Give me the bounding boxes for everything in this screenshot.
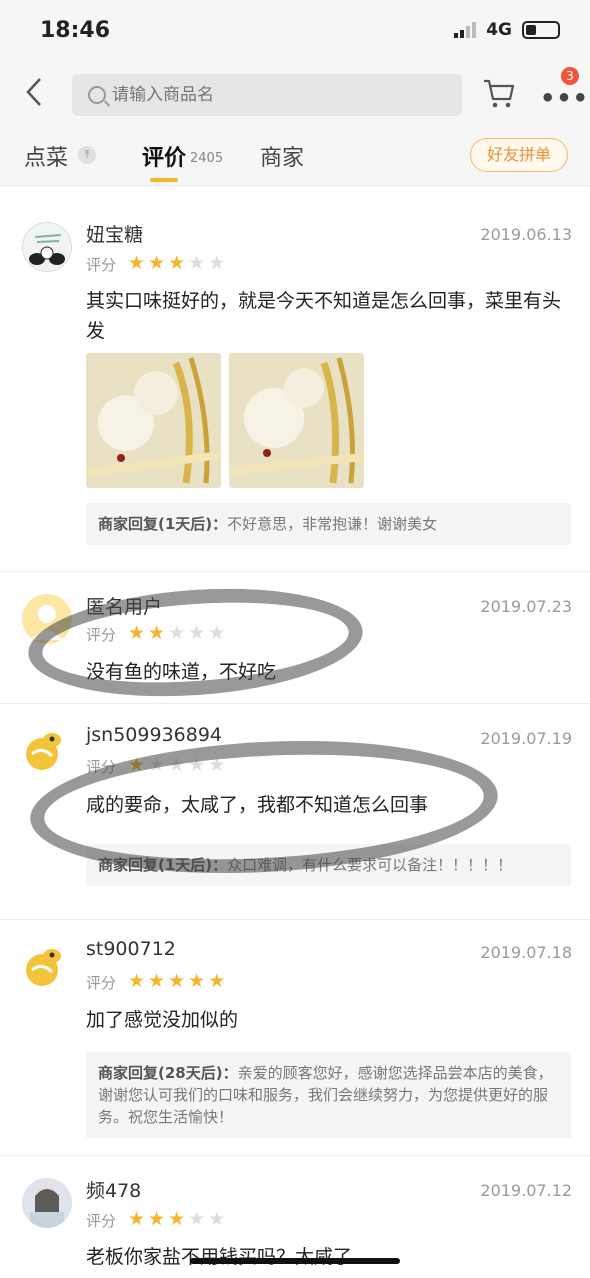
rating-label: 评分 xyxy=(86,256,117,274)
merchant-reply: 商家回复(1天后)：不好意思，非常抱谦！谢谢美女 xyxy=(86,503,571,545)
search-input[interactable] xyxy=(112,85,432,105)
review-date: 2019.06.13 xyxy=(480,225,572,244)
user-name[interactable]: st900712 xyxy=(86,938,176,960)
star-icon: ★ xyxy=(188,970,206,992)
cart-icon[interactable] xyxy=(482,78,516,110)
review-text: 没有鱼的味道，不好吃 xyxy=(86,661,277,683)
star-rating: ★ ★ ★ ★ ★ xyxy=(128,756,225,775)
star-icon: ★ xyxy=(148,1208,166,1230)
avatar[interactable] xyxy=(22,1178,72,1228)
tab-reviews[interactable]: 评价 xyxy=(142,140,186,172)
review-text: 老板你家盐不用钱买吗？太咸了 xyxy=(86,1246,353,1268)
star-icon: ★ xyxy=(128,1208,146,1230)
user-name[interactable]: 匿名用户 xyxy=(86,592,162,619)
status-time: 18:46 xyxy=(40,18,111,43)
review-item: jsn509936894 2019.07.19 评分 ★ ★ ★ ★ ★ 咸的要命，太咸… xyxy=(0,704,590,920)
review-text: 其实口味挺好的，就是今天不知道是怎么回事，菜里有头发 xyxy=(86,290,562,342)
review-date: 2019.07.18 xyxy=(480,943,572,962)
back-icon xyxy=(26,78,41,106)
star-icon: ★ xyxy=(188,252,206,274)
star-icon: ★ xyxy=(188,754,206,776)
reply-label: 商家回复(28天后)： xyxy=(98,1064,238,1082)
avatar[interactable] xyxy=(22,724,72,774)
rating-label: 评分 xyxy=(86,758,117,776)
star-icon: ★ xyxy=(168,252,186,274)
merchant-reply: 商家回复(28天后)：亲爱的顾客您好，感谢您选择品尝本店的美食，谢谢您认可我们的… xyxy=(86,1052,571,1138)
avatar[interactable] xyxy=(22,940,72,990)
signal-icon xyxy=(454,22,477,38)
star-icon: ★ xyxy=(168,754,186,776)
star-rating: ★ ★ ★ ★ ★ xyxy=(128,1210,225,1229)
star-icon: ★ xyxy=(148,754,166,776)
star-icon: ★ xyxy=(168,622,186,644)
star-rating: ★ ★ ★ ★ ★ xyxy=(128,624,225,643)
star-icon: ★ xyxy=(148,252,166,274)
sort-up-icon[interactable]: ⤒ xyxy=(78,146,96,164)
star-icon: ★ xyxy=(208,252,226,274)
search-bar[interactable] xyxy=(72,74,462,116)
rating-label: 评分 xyxy=(86,1212,117,1230)
tab-merchant[interactable]: 商家 xyxy=(260,140,304,172)
reply-label: 商家回复(1天后)： xyxy=(98,515,228,533)
review-photo[interactable] xyxy=(229,353,364,488)
user-name[interactable]: jsn509936894 xyxy=(86,724,222,746)
tab-bar: 点菜 ⤒ 评价 2405 商家 好友拼单 xyxy=(0,126,590,186)
more-icon[interactable]: ••• xyxy=(540,84,589,112)
star-icon: ★ xyxy=(128,622,146,644)
reply-text: 不好意思，非常抱谦！谢谢美女 xyxy=(227,515,438,533)
star-icon: ★ xyxy=(208,754,226,776)
rating-label: 评分 xyxy=(86,626,117,644)
star-icon: ★ xyxy=(148,970,166,992)
star-icon: ★ xyxy=(188,622,206,644)
avatar[interactable] xyxy=(22,222,72,272)
reply-text: 众口难调，有什么要求可以备注！！！！！ xyxy=(227,856,513,874)
star-icon: ★ xyxy=(128,970,146,992)
group-order-button[interactable]: 好友拼单 xyxy=(470,138,568,172)
review-text: 咸的要命，太咸了，我都不知道怎么回事 xyxy=(86,794,429,816)
user-name[interactable]: 频478 xyxy=(86,1176,141,1203)
merchant-reply: 商家回复(1天后)：众口难调，有什么要求可以备注！！！！！ xyxy=(86,844,571,886)
review-item: st900712 2019.07.18 评分 ★ ★ ★ ★ ★ 加了感觉没加似的 商家… xyxy=(0,920,590,1156)
user-name[interactable]: 妞宝糖 xyxy=(86,220,143,247)
status-bar: 18:46 4G xyxy=(0,0,590,62)
star-icon: ★ xyxy=(148,622,166,644)
review-item: 匿名用户 2019.07.23 评分 ★ ★ ★ ★ ★ 没有鱼的味道，不好吃 xyxy=(0,572,590,704)
rating-label: 评分 xyxy=(86,974,117,992)
review-date: 2019.07.23 xyxy=(480,597,572,616)
star-rating: ★ ★ ★ ★ ★ xyxy=(128,254,225,273)
top-nav: ••• 3 xyxy=(0,62,590,126)
star-icon: ★ xyxy=(208,622,226,644)
star-icon: ★ xyxy=(208,1208,226,1230)
review-date: 2019.07.12 xyxy=(480,1181,572,1200)
star-icon: ★ xyxy=(168,1208,186,1230)
star-icon: ★ xyxy=(128,252,146,274)
avatar[interactable] xyxy=(22,594,72,644)
notification-badge: 3 xyxy=(561,67,579,85)
reply-label: 商家回复(1天后)： xyxy=(98,856,228,874)
battery-icon xyxy=(522,21,560,39)
star-icon: ★ xyxy=(188,1208,206,1230)
star-icon: ★ xyxy=(128,754,146,776)
star-icon: ★ xyxy=(208,970,226,992)
review-item: 妞宝糖 2019.06.13 评分 ★ ★ ★ ★ ★ 其实口味挺好的，就是今天不知道是… xyxy=(0,200,590,572)
back-button[interactable] xyxy=(24,76,54,112)
reviews-count: 2405 xyxy=(190,151,224,166)
review-date: 2019.07.19 xyxy=(480,729,572,748)
network-type: 4G xyxy=(486,20,512,40)
tab-dishes[interactable]: 点菜 xyxy=(24,140,68,172)
search-icon xyxy=(88,86,106,104)
status-indicators: 4G xyxy=(454,20,560,40)
star-icon: ★ xyxy=(168,970,186,992)
review-photo[interactable] xyxy=(86,353,221,488)
review-text: 加了感觉没加似的 xyxy=(86,1009,239,1031)
home-indicator xyxy=(190,1258,400,1264)
star-rating: ★ ★ ★ ★ ★ xyxy=(128,972,225,991)
active-tab-indicator xyxy=(150,178,178,182)
